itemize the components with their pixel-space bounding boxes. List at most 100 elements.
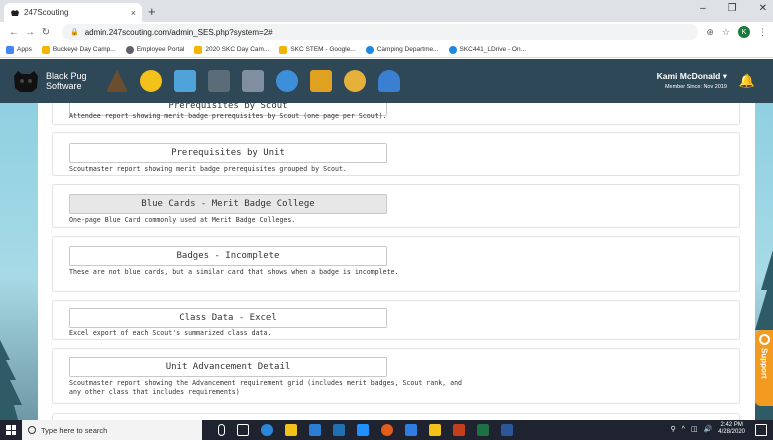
tab-title: 247Scouting	[24, 8, 69, 17]
store-icon[interactable]	[309, 424, 321, 436]
microphone-icon[interactable]	[218, 424, 225, 436]
network-icon[interactable]: ◫	[691, 425, 698, 433]
people-tray-icon[interactable]: ⚲	[671, 425, 676, 433]
apps-grid-icon	[6, 45, 14, 54]
show-hidden-icons-chevron[interactable]: ^	[682, 426, 685, 433]
notebook-icon[interactable]	[242, 70, 264, 92]
report-description: Attendee report showing merit badge prer…	[69, 112, 387, 120]
minimize-button[interactable]: –	[700, 3, 706, 14]
report-description: Excel export of each Scout's summarized …	[69, 329, 272, 337]
menu-dots-icon[interactable]: ⋮	[758, 27, 767, 38]
user-menu[interactable]: Kami McDonald ▾ Member Since: Nov 2019	[657, 71, 727, 90]
notification-center-icon[interactable]	[755, 424, 767, 436]
reports-panel: Prerequisites by Scout Attendee report s…	[38, 103, 755, 420]
ticket-icon[interactable]	[140, 70, 162, 92]
report-description: Scoutmaster report showing the Advanceme…	[69, 379, 463, 396]
word-icon[interactable]	[501, 424, 513, 436]
report-card	[52, 413, 740, 420]
bookmark-skc441-ldrive[interactable]: SKC441_LDrive - On...	[448, 45, 526, 54]
bookmark-apps[interactable]: Apps	[6, 45, 32, 54]
windows-taskbar: Type here to search ⚲ ^ ◫ 🔊 2:42 PM 4/28…	[0, 420, 773, 440]
cloud-icon	[365, 45, 374, 54]
bookmark-camping-department[interactable]: Camping Departme...	[365, 45, 439, 54]
reload-icon[interactable]: ↻	[38, 27, 54, 38]
browser-tabstrip: 247Scouting × + – ❐ ✕	[0, 0, 773, 22]
close-window-button[interactable]: ✕	[759, 3, 767, 14]
member-since: Member Since: Nov 2019	[664, 84, 727, 90]
volume-icon[interactable]: 🔊	[704, 425, 713, 433]
back-arrow-icon[interactable]: ←	[6, 27, 22, 38]
bookmark-skc-day-camp[interactable]: 2020 SKC Day Cam...	[194, 45, 269, 54]
mail-icon[interactable]	[405, 424, 417, 436]
tab-247scouting[interactable]: 247Scouting ×	[4, 3, 142, 22]
new-tab-button[interactable]: +	[148, 4, 156, 19]
globe-icon	[125, 45, 134, 54]
campsite-icon[interactable]	[106, 70, 128, 92]
teams-icon[interactable]	[333, 424, 345, 436]
pine-trees-decoration	[0, 340, 22, 420]
url-text: admin.247scouting.com/admin_SES.php?syst…	[84, 27, 273, 37]
task-view-icon[interactable]	[237, 424, 249, 436]
report-card: Badges - Incomplete These are not blue c…	[52, 236, 740, 292]
pug-favicon-icon	[11, 9, 19, 16]
page-background: Prerequisites by Scout Attendee report s…	[0, 103, 773, 420]
clock-date: 4/28/2020	[718, 429, 745, 435]
close-tab-icon[interactable]: ×	[131, 8, 136, 18]
badges-incomplete-button[interactable]: Badges - Incomplete	[69, 246, 387, 266]
address-bar[interactable]: 🔒 admin.247scouting.com/admin_SES.php?sy…	[62, 24, 699, 40]
window-controls: – ❐ ✕	[700, 3, 767, 14]
browser-toolbar: ← → ↻ 🔒 admin.247scouting.com/admin_SES.…	[0, 22, 773, 42]
bell-icon[interactable]: 🔔	[739, 73, 755, 89]
drive-icon	[279, 45, 288, 54]
lifebuoy-icon	[758, 334, 770, 345]
people-icon[interactable]	[378, 70, 400, 92]
edge-icon[interactable]	[261, 424, 273, 436]
restore-button[interactable]: ❐	[728, 3, 737, 14]
clock[interactable]: 2:42 PM 4/28/2020	[718, 422, 745, 436]
forward-arrow-icon[interactable]: →	[22, 27, 38, 38]
toolbar-actions: ⊕ ☆ K ⋮	[706, 26, 767, 38]
brand-name: Black Pug Software	[46, 71, 87, 91]
unit-advancement-detail-button[interactable]: Unit Advancement Detail	[69, 357, 387, 377]
report-description: These are not blue cards, but a similar …	[69, 268, 399, 276]
report-card: Blue Cards - Merit Badge College One-pag…	[52, 184, 740, 228]
user-name: Kami McDonald ▾	[656, 71, 727, 81]
bookmark-employee-portal[interactable]: Employee Portal	[125, 45, 184, 54]
zoom-icon[interactable]: ⊕	[706, 27, 714, 38]
search-placeholder: Type here to search	[41, 425, 108, 435]
bookmark-buckeye-day-camp[interactable]: Buckeye Day Camp...	[41, 45, 116, 54]
profile-avatar[interactable]: K	[738, 26, 750, 38]
cloud-icon	[448, 45, 457, 54]
report-card: Prerequisites by Scout Attendee report s…	[52, 103, 740, 125]
search-icon	[28, 426, 36, 434]
lock-icon: 🔒	[70, 29, 79, 36]
globe-app-icon[interactable]	[276, 70, 298, 92]
support-label: Support	[759, 348, 769, 379]
store-icon[interactable]	[310, 70, 332, 92]
prerequisites-by-unit-button[interactable]: Prerequisites by Unit	[69, 143, 387, 163]
chrome-icon[interactable]	[381, 424, 393, 436]
outlook-icon[interactable]	[357, 424, 369, 436]
powerpoint-icon[interactable]	[453, 424, 465, 436]
calendar-icon[interactable]	[208, 70, 230, 92]
bookmark-skc-stem[interactable]: SKC STEM - Google...	[279, 45, 356, 54]
report-card: Unit Advancement Detail Scoutmaster repo…	[52, 348, 740, 404]
taskbar-search[interactable]: Type here to search	[22, 420, 202, 440]
sticky-notes-icon[interactable]	[429, 424, 441, 436]
folder-icon[interactable]	[174, 70, 196, 92]
support-tab[interactable]: Support	[755, 330, 773, 406]
taskbar-apps	[218, 424, 513, 436]
report-card: Prerequisites by Unit Scoutmaster report…	[52, 132, 740, 176]
bookmark-star-icon[interactable]: ☆	[722, 27, 730, 38]
class-data-excel-button[interactable]: Class Data - Excel	[69, 308, 387, 328]
start-button[interactable]	[0, 420, 22, 440]
bookmarks-bar: Apps Buckeye Day Camp... Employee Portal…	[0, 42, 773, 58]
report-description: One-page Blue Card commonly used at Meri…	[69, 216, 296, 224]
palette-icon[interactable]	[344, 70, 366, 92]
report-description: Scoutmaster report showing merit badge p…	[69, 165, 347, 173]
blue-cards-merit-badge-college-button[interactable]: Blue Cards - Merit Badge College	[69, 194, 387, 214]
report-card: Class Data - Excel Excel export of each …	[52, 300, 740, 340]
excel-icon[interactable]	[477, 424, 489, 436]
windows-logo-icon	[6, 425, 16, 435]
file-explorer-icon[interactable]	[285, 424, 297, 436]
